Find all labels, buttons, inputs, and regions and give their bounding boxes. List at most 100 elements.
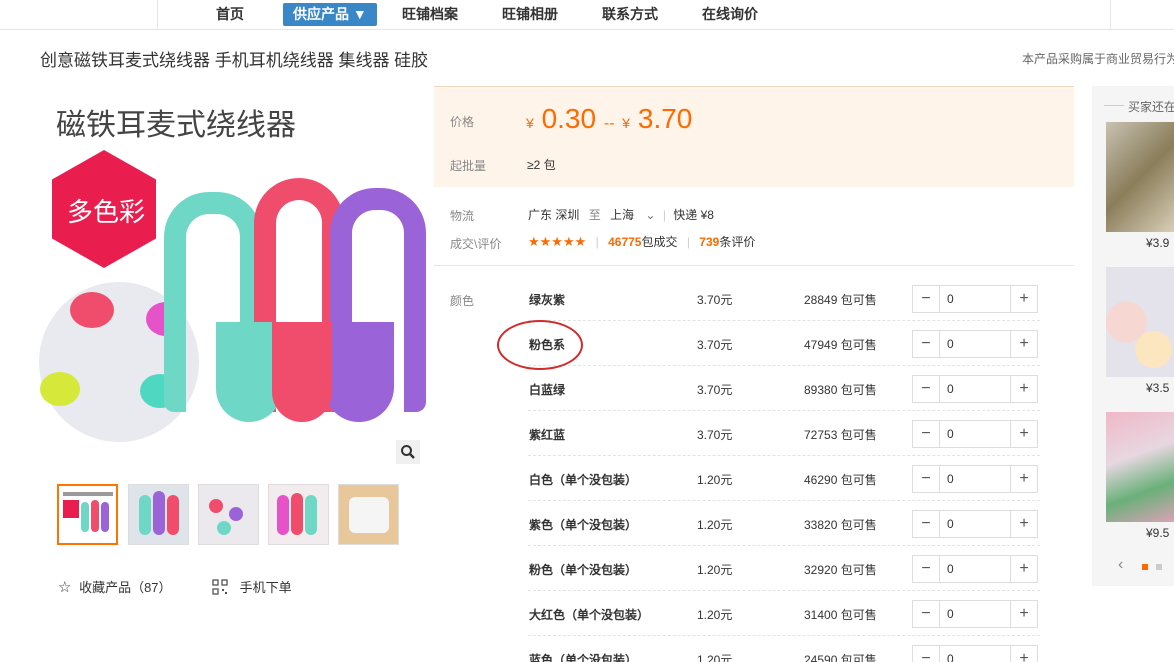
increment-button[interactable]: + bbox=[1010, 646, 1037, 662]
reviews-unit: 条评价 bbox=[719, 235, 756, 249]
quantity-stepper: −+ bbox=[912, 285, 1038, 313]
sku-price: 3.70元 bbox=[697, 293, 733, 307]
divider bbox=[1104, 105, 1124, 106]
increment-button[interactable]: + bbox=[1010, 511, 1037, 537]
nav-contact[interactable]: 联系方式 bbox=[602, 0, 658, 28]
mobile-order-button[interactable]: 手机下单 bbox=[212, 577, 292, 596]
sku-name: 白蓝绿 bbox=[529, 383, 566, 397]
nav-album[interactable]: 旺铺相册 bbox=[502, 0, 558, 28]
purple-base bbox=[324, 322, 394, 422]
decrement-button[interactable]: − bbox=[913, 286, 940, 312]
quantity-stepper: −+ bbox=[912, 510, 1038, 538]
deals-label: 成交\评价 bbox=[450, 237, 502, 251]
rail-title: 买家还在看 bbox=[1128, 100, 1174, 114]
thumbnail-1[interactable] bbox=[57, 484, 118, 545]
product-title: 创意磁铁耳麦式绕线器 手机耳机绕线器 集线器 硅胶 bbox=[40, 51, 429, 70]
increment-button[interactable]: + bbox=[1010, 601, 1037, 627]
quantity-input[interactable] bbox=[941, 556, 1011, 582]
sku-stock: 24590 包可售 bbox=[804, 653, 877, 662]
sku-name: 绿灰紫 bbox=[529, 293, 566, 307]
ship-to-select[interactable]: 上海 ⌄ bbox=[610, 208, 655, 222]
main-product-image[interactable]: 磁铁耳麦式绕线器 多色彩 bbox=[36, 92, 426, 464]
quantity-input[interactable] bbox=[941, 466, 1011, 492]
decrement-button[interactable]: − bbox=[913, 331, 940, 357]
carousel-dot-active[interactable] bbox=[1142, 564, 1148, 570]
trade-notice: 本产品采购属于商业贸易行为 bbox=[1022, 52, 1174, 66]
deals-summary: ★★★★★ | 46775包成交 | 739条评价 bbox=[528, 234, 756, 249]
moq-label: 起批量 bbox=[450, 159, 487, 173]
quantity-input[interactable] bbox=[941, 376, 1011, 402]
rail-product-3[interactable]: ¥9.5 bbox=[1106, 412, 1174, 540]
decrement-button[interactable]: − bbox=[913, 421, 940, 447]
quantity-input[interactable] bbox=[941, 511, 1011, 537]
sku-price: 1.20元 bbox=[697, 473, 733, 487]
favorite-label: 收藏产品（87） bbox=[79, 580, 172, 595]
reviews-count[interactable]: 739 bbox=[699, 235, 719, 249]
orders-count[interactable]: 46775 bbox=[608, 235, 641, 249]
nav-products[interactable]: 供应产品 ▼ bbox=[283, 3, 377, 26]
thumbnail-4[interactable] bbox=[268, 484, 329, 545]
increment-button[interactable]: + bbox=[1010, 376, 1037, 402]
yellow-winder bbox=[40, 372, 80, 406]
thumbnail-5[interactable] bbox=[338, 484, 399, 545]
logistics-route: 广东 深圳 至 上海 ⌄ | 快递 ¥8 bbox=[528, 208, 714, 222]
increment-button[interactable]: + bbox=[1010, 331, 1037, 357]
increment-button[interactable]: + bbox=[1010, 466, 1037, 492]
decrement-button[interactable]: − bbox=[913, 466, 940, 492]
quantity-input[interactable] bbox=[941, 601, 1011, 627]
quantity-input[interactable] bbox=[941, 286, 1011, 312]
red-base bbox=[272, 322, 332, 422]
sku-stock: 89380 包可售 bbox=[804, 383, 877, 397]
decrement-button[interactable]: − bbox=[913, 511, 940, 537]
favorite-button[interactable]: ☆ 收藏产品（87） bbox=[58, 577, 172, 596]
sku-price: 1.20元 bbox=[697, 608, 733, 622]
sku-stock: 47949 包可售 bbox=[804, 338, 877, 352]
color-label: 颜色 bbox=[450, 294, 475, 308]
decrement-button[interactable]: − bbox=[913, 556, 940, 582]
increment-button[interactable]: + bbox=[1010, 421, 1037, 447]
sku-price: 3.70元 bbox=[697, 428, 733, 442]
sku-row: 白蓝绿 3.70元 89380 包可售 − + bbox=[528, 366, 1040, 411]
shipping-fee: 快递 ¥8 bbox=[673, 208, 714, 222]
also-viewed-rail: 买家还在看 ¥3.9 ¥3.5 ¥9.5 ‹ bbox=[1092, 86, 1174, 586]
decrement-button[interactable]: − bbox=[913, 376, 940, 402]
quantity-input[interactable] bbox=[941, 646, 1011, 662]
route-to-word: 至 bbox=[588, 208, 601, 222]
nav-inquiry[interactable]: 在线询价 bbox=[702, 0, 758, 28]
sku-stock: 31400 包可售 bbox=[804, 608, 877, 622]
quantity-stepper: −+ bbox=[912, 555, 1038, 583]
nav-home[interactable]: 首页 bbox=[216, 0, 244, 28]
sku-row: 紫色（单个没包装）1.20元33820 包可售−+ bbox=[528, 501, 1040, 546]
increment-button[interactable]: + bbox=[1010, 556, 1037, 582]
zoom-icon[interactable] bbox=[396, 440, 420, 464]
chevron-down-icon: ⌄ bbox=[645, 208, 656, 222]
sku-price: 3.70元 bbox=[697, 383, 733, 397]
sku-row: 紫红蓝3.70元72753 包可售−+ bbox=[528, 411, 1040, 456]
sku-row: 大红色（单个没包装）1.20元31400 包可售−+ bbox=[528, 591, 1040, 636]
chevron-left-icon[interactable]: ‹ bbox=[1118, 556, 1123, 574]
thumbnail-3[interactable] bbox=[198, 484, 259, 545]
rail-product-image bbox=[1106, 412, 1174, 522]
rail-product-1[interactable]: ¥3.9 bbox=[1106, 122, 1174, 250]
sku-stock: 46290 包可售 bbox=[804, 473, 877, 487]
thumbnail-2[interactable] bbox=[128, 484, 189, 545]
sku-row: 白色（单个没包装） 1.20元 46290 包可售 − + bbox=[528, 456, 1040, 501]
carousel-dot[interactable] bbox=[1156, 564, 1162, 570]
sku-row: 粉色系3.70元47949 包可售−+ bbox=[528, 321, 1040, 366]
sku-name: 紫红蓝 bbox=[529, 428, 566, 442]
image-caption: 磁铁耳麦式绕线器 bbox=[56, 109, 296, 142]
quantity-input[interactable] bbox=[941, 421, 1011, 447]
increment-button[interactable]: + bbox=[1010, 286, 1037, 312]
decrement-button[interactable]: − bbox=[913, 646, 940, 662]
sku-row: 绿灰紫3.70元28849 包可售−+ bbox=[528, 276, 1040, 321]
nav-archive[interactable]: 旺铺档案 bbox=[402, 0, 458, 28]
nav-products-label: 供应产品 bbox=[293, 6, 349, 22]
rail-product-2[interactable]: ¥3.5 bbox=[1106, 267, 1174, 395]
currency-symbol: ¥ bbox=[622, 115, 631, 131]
sku-name: 白色（单个没包装） bbox=[529, 473, 638, 487]
orders-unit: 包成交 bbox=[641, 235, 678, 249]
star-outline-icon: ☆ bbox=[58, 579, 72, 596]
pink-winder bbox=[70, 292, 114, 328]
decrement-button[interactable]: − bbox=[913, 601, 940, 627]
quantity-input[interactable] bbox=[941, 331, 1011, 357]
